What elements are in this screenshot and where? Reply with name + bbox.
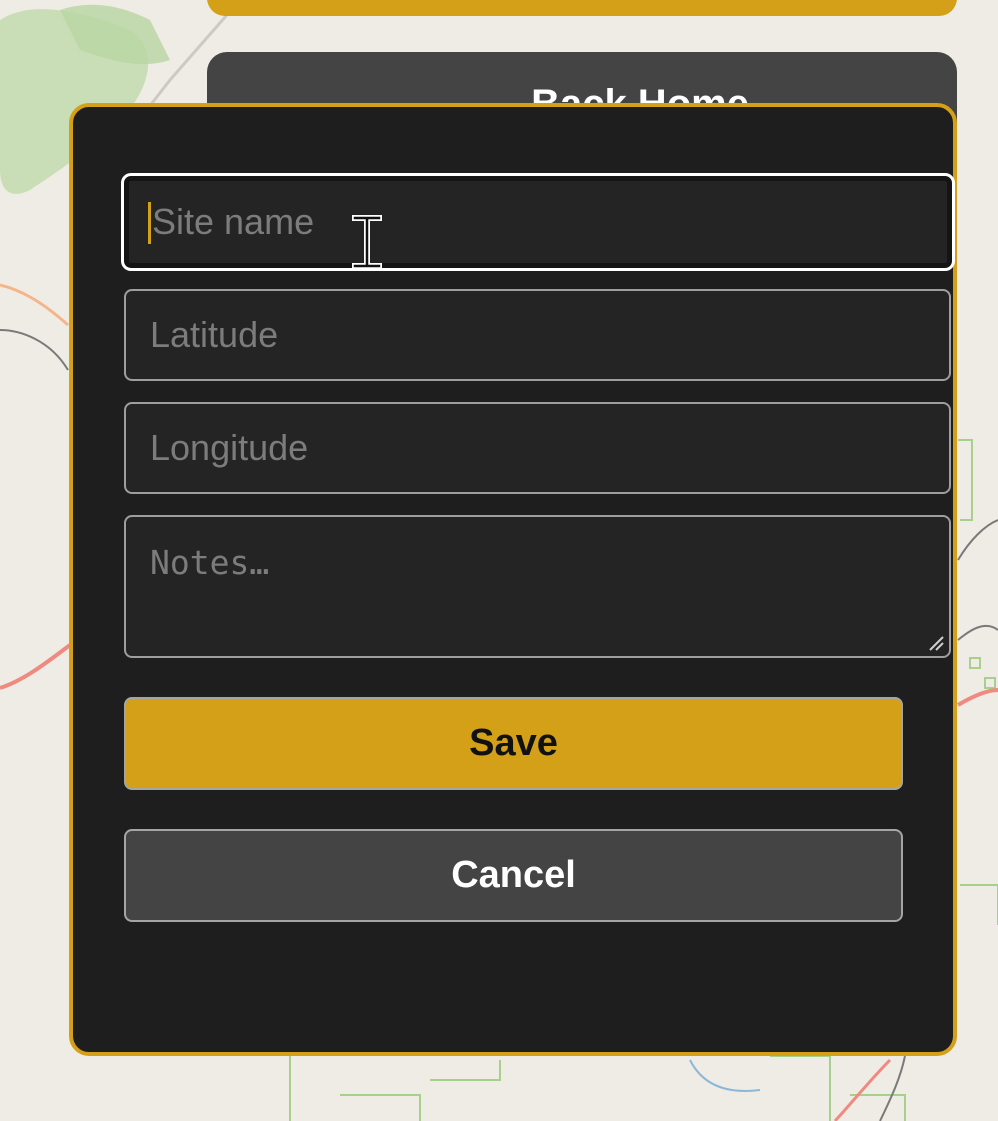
longitude-placeholder: Longitude — [150, 427, 309, 468]
save-button[interactable]: Save — [124, 697, 903, 790]
text-caret — [148, 202, 151, 244]
add-site-dialog: Site name Latitude Longitude Notes… Save… — [69, 103, 957, 1056]
resize-grip-icon[interactable] — [927, 634, 945, 652]
longitude-input[interactable]: Longitude — [124, 402, 951, 494]
notes-textarea[interactable]: Notes… — [124, 515, 951, 658]
latitude-placeholder: Latitude — [150, 314, 279, 355]
top-action-button[interactable] — [207, 0, 957, 16]
site-name-placeholder: Site name — [152, 201, 315, 242]
notes-placeholder: Notes… — [150, 543, 270, 582]
text-cursor-icon — [352, 215, 382, 269]
site-name-input[interactable]: Site name — [121, 173, 955, 271]
latitude-input[interactable]: Latitude — [124, 289, 951, 381]
cancel-button[interactable]: Cancel — [124, 829, 903, 922]
